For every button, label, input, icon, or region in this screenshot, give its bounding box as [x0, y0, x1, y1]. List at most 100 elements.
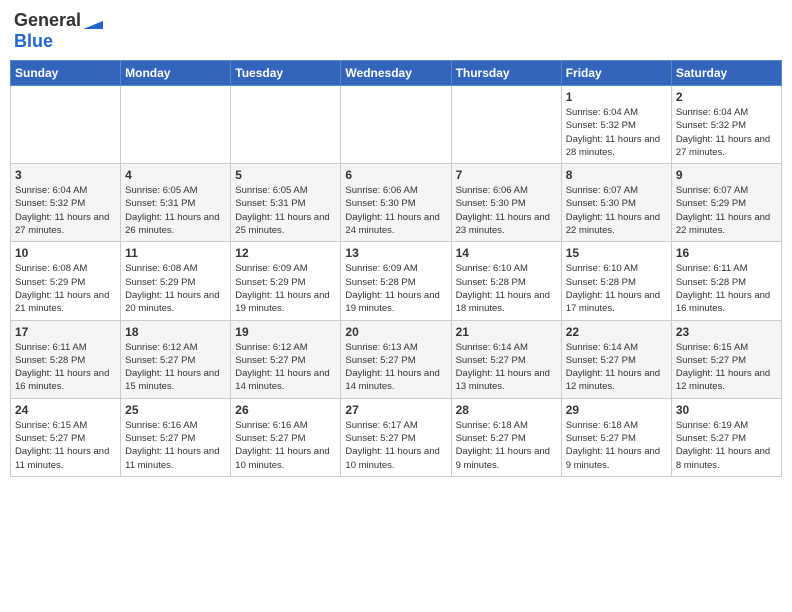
calendar-cell: 7 Sunrise: 6:06 AM Sunset: 5:30 PM Daylig… [451, 164, 561, 242]
weekday-header: Tuesday [231, 61, 341, 86]
day-number: 6 [345, 168, 446, 182]
logo-container: General [14, 10, 105, 31]
calendar-cell: 16 Sunrise: 6:11 AM Sunset: 5:28 PM Dayli… [671, 242, 781, 320]
calendar-cell: 15 Sunrise: 6:10 AM Sunset: 5:28 PM Dayli… [561, 242, 671, 320]
day-info: Sunrise: 6:05 AM Sunset: 5:31 PM Dayligh… [125, 184, 226, 237]
day-number: 4 [125, 168, 226, 182]
day-number: 12 [235, 246, 336, 260]
day-number: 11 [125, 246, 226, 260]
day-info: Sunrise: 6:07 AM Sunset: 5:29 PM Dayligh… [676, 184, 777, 237]
day-number: 20 [345, 325, 446, 339]
calendar-cell: 21Sunrise: 6:14 AM Sunset: 5:27 PM Dayli… [451, 320, 561, 398]
day-info: Sunrise: 6:06 AM Sunset: 5:30 PM Dayligh… [456, 184, 557, 237]
calendar-week-row: 10 Sunrise: 6:08 AM Sunset: 5:29 PM Dayli… [11, 242, 782, 320]
day-number: 18 [125, 325, 226, 339]
day-info: Sunrise: 6:09 AM Sunset: 5:29 PM Dayligh… [235, 262, 336, 315]
day-number: 3 [15, 168, 116, 182]
calendar-cell: 20 Sunrise: 6:13 AM Sunset: 5:27 PM Dayli… [341, 320, 451, 398]
calendar-cell: 2 Sunrise: 6:04 AM Sunset: 5:32 PM Daylig… [671, 86, 781, 164]
calendar-week-row: 24 Sunrise: 6:15 AM Sunset: 5:27 PM Dayli… [11, 398, 782, 476]
day-info: Sunrise: 6:19 AM Sunset: 5:27 PM Dayligh… [676, 419, 777, 472]
day-number: 26 [235, 403, 336, 417]
calendar-cell: 5 Sunrise: 6:05 AM Sunset: 5:31 PM Daylig… [231, 164, 341, 242]
day-info: Sunrise: 6:14 AM Sunset: 5:27 PM Dayligh… [566, 341, 667, 394]
day-number: 16 [676, 246, 777, 260]
day-info: Sunrise: 6:05 AM Sunset: 5:31 PM Dayligh… [235, 184, 336, 237]
day-info: Sunrise: 6:04 AM Sunset: 5:32 PM Dayligh… [676, 106, 777, 159]
calendar-cell: 4 Sunrise: 6:05 AM Sunset: 5:31 PM Daylig… [121, 164, 231, 242]
calendar-cell: 11 Sunrise: 6:08 AM Sunset: 5:29 PM Dayli… [121, 242, 231, 320]
day-number: 28 [456, 403, 557, 417]
logo-blue-line: Blue [14, 31, 53, 52]
day-number: 13 [345, 246, 446, 260]
day-info: Sunrise: 6:16 AM Sunset: 5:27 PM Dayligh… [125, 419, 226, 472]
weekday-header: Friday [561, 61, 671, 86]
logo-blue: Blue [14, 31, 53, 51]
calendar-cell: 26Sunrise: 6:16 AM Sunset: 5:27 PM Dayli… [231, 398, 341, 476]
calendar-week-row: 17Sunrise: 6:11 AM Sunset: 5:28 PM Dayli… [11, 320, 782, 398]
calendar-cell: 30 Sunrise: 6:19 AM Sunset: 5:27 PM Dayli… [671, 398, 781, 476]
day-info: Sunrise: 6:06 AM Sunset: 5:30 PM Dayligh… [345, 184, 446, 237]
calendar-cell: 17Sunrise: 6:11 AM Sunset: 5:28 PM Dayli… [11, 320, 121, 398]
logo: General Blue [14, 10, 105, 52]
calendar-cell [451, 86, 561, 164]
calendar-cell: 28 Sunrise: 6:18 AM Sunset: 5:27 PM Dayli… [451, 398, 561, 476]
day-info: Sunrise: 6:11 AM Sunset: 5:28 PM Dayligh… [676, 262, 777, 315]
calendar-cell: 13 Sunrise: 6:09 AM Sunset: 5:28 PM Dayli… [341, 242, 451, 320]
day-number: 21 [456, 325, 557, 339]
day-info: Sunrise: 6:04 AM Sunset: 5:32 PM Dayligh… [15, 184, 116, 237]
day-number: 2 [676, 90, 777, 104]
calendar-cell [231, 86, 341, 164]
calendar-cell [341, 86, 451, 164]
calendar-cell: 29Sunrise: 6:18 AM Sunset: 5:27 PM Dayli… [561, 398, 671, 476]
calendar-cell: 6 Sunrise: 6:06 AM Sunset: 5:30 PM Daylig… [341, 164, 451, 242]
day-info: Sunrise: 6:12 AM Sunset: 5:27 PM Dayligh… [125, 341, 226, 394]
day-info: Sunrise: 6:11 AM Sunset: 5:28 PM Dayligh… [15, 341, 116, 394]
weekday-header: Saturday [671, 61, 781, 86]
day-info: Sunrise: 6:10 AM Sunset: 5:28 PM Dayligh… [566, 262, 667, 315]
day-number: 19 [235, 325, 336, 339]
weekday-header: Monday [121, 61, 231, 86]
day-info: Sunrise: 6:13 AM Sunset: 5:27 PM Dayligh… [345, 341, 446, 394]
calendar-cell: 14Sunrise: 6:10 AM Sunset: 5:28 PM Dayli… [451, 242, 561, 320]
page-header: General Blue [10, 10, 782, 52]
day-info: Sunrise: 6:18 AM Sunset: 5:27 PM Dayligh… [566, 419, 667, 472]
day-info: Sunrise: 6:09 AM Sunset: 5:28 PM Dayligh… [345, 262, 446, 315]
calendar-cell: 18 Sunrise: 6:12 AM Sunset: 5:27 PM Dayli… [121, 320, 231, 398]
day-number: 15 [566, 246, 667, 260]
day-number: 22 [566, 325, 667, 339]
day-number: 10 [15, 246, 116, 260]
calendar-cell: 25 Sunrise: 6:16 AM Sunset: 5:27 PM Dayli… [121, 398, 231, 476]
calendar-cell: 24 Sunrise: 6:15 AM Sunset: 5:27 PM Dayli… [11, 398, 121, 476]
calendar-cell: 10Sunrise: 6:08 AM Sunset: 5:29 PM Dayli… [11, 242, 121, 320]
day-number: 7 [456, 168, 557, 182]
day-info: Sunrise: 6:12 AM Sunset: 5:27 PM Dayligh… [235, 341, 336, 394]
calendar-week-row: 1Sunrise: 6:04 AM Sunset: 5:32 PM Daylig… [11, 86, 782, 164]
calendar-cell: 9 Sunrise: 6:07 AM Sunset: 5:29 PM Daylig… [671, 164, 781, 242]
calendar-cell: 8Sunrise: 6:07 AM Sunset: 5:30 PM Daylig… [561, 164, 671, 242]
calendar-header-row: SundayMondayTuesdayWednesdayThursdayFrid… [11, 61, 782, 86]
day-info: Sunrise: 6:08 AM Sunset: 5:29 PM Dayligh… [125, 262, 226, 315]
day-number: 9 [676, 168, 777, 182]
logo-general: General [14, 10, 81, 31]
calendar-cell: 1Sunrise: 6:04 AM Sunset: 5:32 PM Daylig… [561, 86, 671, 164]
weekday-header: Thursday [451, 61, 561, 86]
calendar-cell: 23Sunrise: 6:15 AM Sunset: 5:27 PM Dayli… [671, 320, 781, 398]
calendar-cell: 12 Sunrise: 6:09 AM Sunset: 5:29 PM Dayli… [231, 242, 341, 320]
day-info: Sunrise: 6:15 AM Sunset: 5:27 PM Dayligh… [15, 419, 116, 472]
calendar-week-row: 3 Sunrise: 6:04 AM Sunset: 5:32 PM Daylig… [11, 164, 782, 242]
day-info: Sunrise: 6:15 AM Sunset: 5:27 PM Dayligh… [676, 341, 777, 394]
weekday-header: Sunday [11, 61, 121, 86]
calendar-cell: 27Sunrise: 6:17 AM Sunset: 5:27 PM Dayli… [341, 398, 451, 476]
logo-arrow-icon [81, 11, 105, 31]
day-number: 30 [676, 403, 777, 417]
day-number: 5 [235, 168, 336, 182]
day-number: 27 [345, 403, 446, 417]
day-info: Sunrise: 6:18 AM Sunset: 5:27 PM Dayligh… [456, 419, 557, 472]
calendar-table: SundayMondayTuesdayWednesdayThursdayFrid… [10, 60, 782, 477]
calendar-cell: 3 Sunrise: 6:04 AM Sunset: 5:32 PM Daylig… [11, 164, 121, 242]
day-number: 24 [15, 403, 116, 417]
calendar-cell [121, 86, 231, 164]
day-number: 25 [125, 403, 226, 417]
day-number: 14 [456, 246, 557, 260]
